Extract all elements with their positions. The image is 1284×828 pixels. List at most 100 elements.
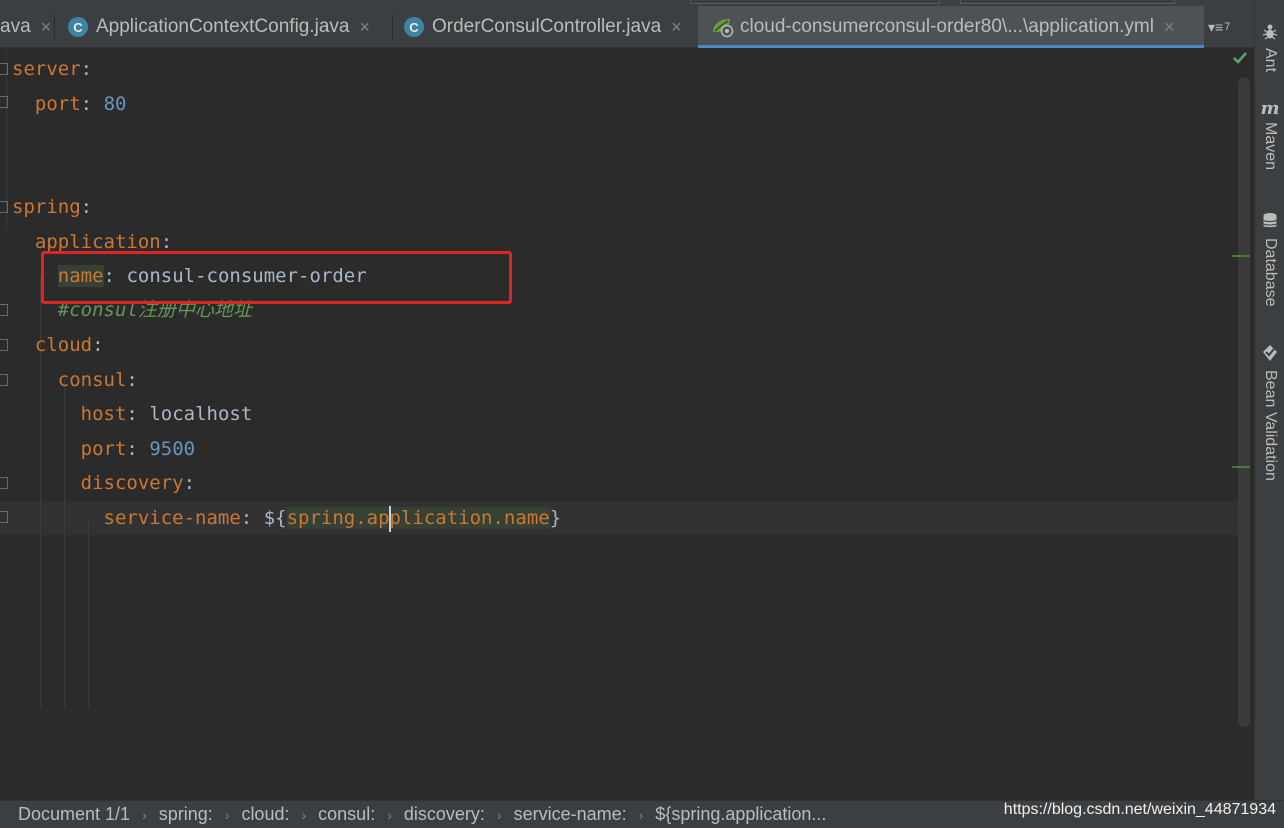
tool-window-label: Database bbox=[1262, 238, 1279, 307]
code-line-13: discovery: bbox=[12, 466, 195, 500]
watermark-url: https://blog.csdn.net/weixin_44871934 bbox=[1003, 801, 1276, 819]
error-stripe-marker[interactable] bbox=[1232, 466, 1250, 468]
tab-application-yml[interactable]: cloud-consumerconsul-order80\...\applica… bbox=[698, 6, 1204, 48]
placeholder-reference-part: plication.name bbox=[389, 507, 550, 529]
breadcrumb-item[interactable]: cloud: › bbox=[241, 804, 318, 825]
breadcrumb-item[interactable]: service-name: › bbox=[514, 804, 656, 825]
tab-ava[interactable]: ava × bbox=[0, 6, 51, 48]
breadcrumb-item[interactable]: consul: › bbox=[318, 804, 404, 825]
tab-label: ava bbox=[0, 16, 31, 37]
tab-overflow-count: 7 bbox=[1224, 21, 1231, 33]
yaml-key: host bbox=[80, 403, 127, 425]
chevron-right-icon: › bbox=[224, 806, 230, 823]
yaml-key: port bbox=[80, 438, 127, 460]
placeholder-reference-part: spring.ap bbox=[286, 507, 390, 529]
top-strip-segment bbox=[960, 0, 1175, 4]
fold-marker[interactable] bbox=[0, 374, 8, 386]
yaml-colon: : bbox=[126, 438, 138, 460]
yaml-number: 80 bbox=[103, 93, 127, 115]
spring-yaml-icon bbox=[710, 16, 736, 38]
yaml-colon: : bbox=[183, 472, 196, 494]
yaml-key: cloud bbox=[34, 334, 93, 356]
tool-window-label: Bean Validation bbox=[1262, 370, 1279, 481]
chevron-right-icon: › bbox=[387, 806, 392, 823]
breadcrumb-label: consul: bbox=[318, 804, 376, 824]
code-line-9: cloud: bbox=[12, 328, 104, 362]
breadcrumb-label: cloud: bbox=[241, 804, 290, 824]
yaml-colon: : bbox=[126, 369, 138, 391]
tab-label: OrderConsulController.java bbox=[432, 16, 662, 37]
tool-window-bean-validation[interactable]: Bean Validation bbox=[1255, 344, 1284, 481]
code-line-12: port: 9500 bbox=[12, 432, 195, 466]
chevron-right-icon: › bbox=[142, 806, 147, 823]
ant-icon bbox=[1261, 22, 1279, 44]
breadcrumb-item[interactable]: discovery: › bbox=[404, 804, 514, 825]
yaml-colon: : bbox=[160, 231, 173, 253]
yaml-key: port bbox=[34, 93, 81, 115]
breadcrumb-label: spring: bbox=[158, 804, 213, 824]
code-line-2: port: 80 bbox=[12, 87, 127, 121]
breadcrumb-bar: Document 1/1 › spring: › cloud: › consul: › … bbox=[0, 800, 1284, 828]
chevron-right-icon: › bbox=[638, 806, 644, 823]
fold-marker[interactable] bbox=[0, 511, 8, 523]
tab-application-context-config[interactable]: C ApplicationContextConfig.java × bbox=[68, 6, 390, 48]
tool-window-ant[interactable]: Ant bbox=[1255, 22, 1284, 72]
yaml-colon: : bbox=[92, 334, 104, 356]
code-editor[interactable]: server: port: 80 spring: application: na… bbox=[0, 49, 1254, 800]
yaml-key: discovery bbox=[80, 472, 184, 494]
error-stripe-marker[interactable] bbox=[1232, 255, 1250, 257]
tool-window-label: Maven bbox=[1262, 122, 1279, 171]
yaml-key: server bbox=[12, 58, 81, 80]
code-line-5: spring: bbox=[12, 190, 92, 224]
fold-marker[interactable] bbox=[0, 304, 8, 316]
placeholder-close: } bbox=[549, 507, 562, 529]
breadcrumb-label: service-name: bbox=[513, 804, 627, 824]
placeholder-reference: spring.application.name bbox=[286, 505, 550, 532]
tool-window-database[interactable]: Database bbox=[1255, 212, 1284, 307]
yaml-key: spring bbox=[12, 196, 81, 218]
tab-separator bbox=[54, 14, 55, 42]
yaml-colon: : bbox=[80, 196, 93, 218]
breadcrumb-item[interactable]: ${spring.application... bbox=[655, 804, 826, 825]
annotation-highlight-box bbox=[41, 251, 512, 304]
close-icon[interactable]: × bbox=[41, 17, 52, 38]
placeholder-open: ${ bbox=[263, 507, 287, 529]
fold-marker[interactable] bbox=[0, 201, 8, 213]
tab-label: cloud-consumerconsul-order80\...\applica… bbox=[740, 16, 1154, 37]
yaml-colon: : bbox=[80, 93, 93, 115]
fold-marker[interactable] bbox=[0, 477, 8, 489]
yaml-value: localhost bbox=[149, 403, 253, 425]
editor-tab-bar: ava × C ApplicationContextConfig.java × … bbox=[0, 6, 1254, 48]
chevron-right-icon: › bbox=[301, 806, 307, 823]
yaml-number: 9500 bbox=[149, 438, 196, 460]
yaml-colon: : bbox=[240, 507, 253, 529]
yaml-colon: : bbox=[80, 58, 93, 80]
code-line-10: consul: bbox=[12, 363, 138, 397]
top-strip-segment bbox=[690, 0, 940, 4]
chevron-right-icon: › bbox=[496, 806, 502, 823]
class-icon: C bbox=[404, 17, 424, 37]
database-icon bbox=[1262, 212, 1278, 234]
vertical-scrollbar[interactable] bbox=[1238, 77, 1250, 727]
maven-icon: m bbox=[1260, 98, 1280, 119]
fold-marker[interactable] bbox=[0, 63, 8, 75]
tab-overflow-menu[interactable]: ▾≡ 7 bbox=[1208, 6, 1230, 48]
tab-label: ApplicationContextConfig.java bbox=[96, 16, 350, 37]
breadcrumb-label: Document 1/1 bbox=[18, 804, 131, 824]
fold-marker[interactable] bbox=[0, 96, 8, 108]
fold-marker[interactable] bbox=[0, 339, 8, 351]
code-line-11: host: localhost bbox=[12, 397, 253, 431]
close-icon[interactable]: × bbox=[360, 17, 371, 38]
indent-guide bbox=[88, 519, 89, 707]
tool-window-label: Ant bbox=[1262, 48, 1279, 73]
close-icon[interactable]: × bbox=[671, 17, 682, 38]
tab-order-consul-controller[interactable]: C OrderConsulController.java × bbox=[404, 6, 696, 48]
breadcrumb-item[interactable]: spring: › bbox=[159, 804, 242, 825]
class-icon: C bbox=[68, 17, 88, 37]
code-line-14: service-name: ${spring.application.name} bbox=[12, 501, 561, 535]
breadcrumb-label: discovery: bbox=[403, 804, 485, 824]
close-icon[interactable]: × bbox=[1164, 17, 1175, 38]
tab-separator bbox=[392, 14, 393, 42]
tool-window-maven[interactable]: m Maven bbox=[1255, 98, 1284, 171]
inspection-ok-icon[interactable] bbox=[1232, 49, 1248, 70]
